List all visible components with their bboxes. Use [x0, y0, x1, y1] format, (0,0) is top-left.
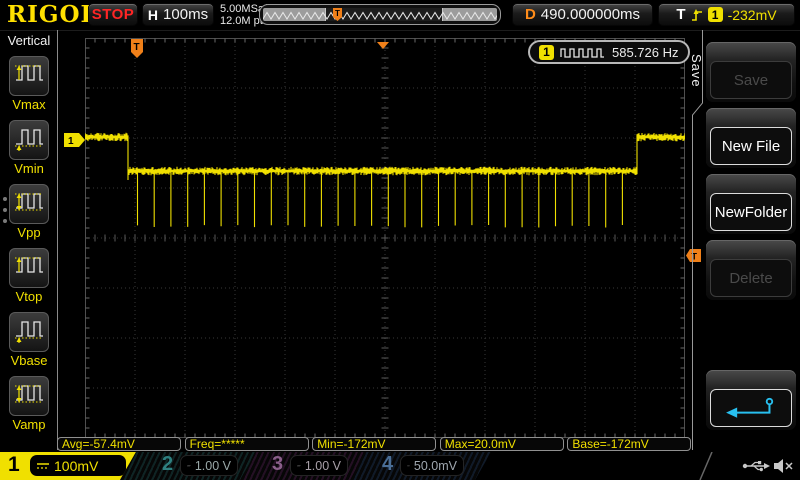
- waveform-trace-ch1: [85, 132, 685, 228]
- newfolder-button-label: NewFolder: [710, 193, 792, 231]
- channel1-zero-marker: 1: [64, 133, 85, 152]
- menu-tab-label: Save: [689, 54, 704, 88]
- measurement-base: Base=-172mV: [567, 437, 692, 451]
- channel4-block[interactable]: 4 50.0mV: [350, 452, 491, 480]
- vmax-icon: [12, 58, 46, 95]
- square-wave-icon: [560, 47, 604, 58]
- measure-menu-title: Vertical: [7, 33, 51, 48]
- trigger-position-marker: T: [131, 39, 144, 63]
- dc-coupling-icon: [297, 464, 301, 467]
- channel3-scale-value: 1.00 V: [304, 458, 341, 473]
- measurement-min: Min=-172mV: [312, 437, 437, 451]
- menu-page-dot: [3, 208, 7, 212]
- horizontal-timebase-readout[interactable]: H 100ms: [142, 3, 214, 26]
- delay-label: D: [524, 6, 536, 23]
- menu-tab-outline: [692, 30, 703, 450]
- measure-item-label: Vtop: [15, 289, 43, 304]
- svg-text:T: T: [335, 9, 340, 18]
- rigol-logo: RIGOL: [7, 1, 98, 28]
- timebase-value: 100ms: [163, 6, 209, 23]
- return-button[interactable]: [706, 370, 796, 430]
- top-status-bar: RIGOL STOP H 100ms 5.00MSa/s 12.0M pts T…: [0, 0, 800, 31]
- measurement-max: Max=20.0mV: [439, 437, 564, 451]
- channel2-scale-value: 1.00 V: [194, 458, 231, 473]
- measure-menu-separator: [57, 30, 58, 450]
- vamp-icon: [12, 378, 46, 415]
- channel2-scale: 1.00 V: [180, 455, 238, 476]
- new-file-button[interactable]: New File: [706, 108, 796, 168]
- delete-button-label: Delete: [710, 259, 792, 297]
- measurement-avg: Avg=-57.4mV: [57, 437, 181, 451]
- svg-text:1: 1: [68, 136, 74, 147]
- newfolder-button[interactable]: NewFolder: [706, 174, 796, 234]
- measure-item-vtop[interactable]: [9, 248, 49, 288]
- measure-item-vpp[interactable]: [9, 184, 49, 224]
- channel4-number: 4: [382, 453, 394, 475]
- trigger-readout: T 1 -232mV: [658, 3, 795, 26]
- measure-item-vmin[interactable]: [9, 120, 49, 160]
- channel3-scale: 1.00 V: [290, 455, 348, 476]
- channel3-number: 3: [272, 453, 284, 475]
- channel2-number: 2: [162, 453, 174, 475]
- vbase-icon: [12, 314, 46, 351]
- return-arrow-icon: [710, 389, 792, 427]
- measure-item-label: Vbase: [10, 353, 48, 368]
- speaker-muted-icon: [774, 459, 793, 473]
- dc-coupling-icon: [407, 464, 410, 467]
- channel2-block[interactable]: 2 1.00 V: [120, 452, 256, 480]
- measure-item-vbase[interactable]: [9, 312, 49, 352]
- delay-position-marker: [377, 37, 390, 55]
- channel1-scale-value: 100mV: [54, 457, 99, 474]
- horizontal-label: H: [147, 6, 159, 23]
- vpp-icon: [12, 186, 46, 223]
- menu-page-dot: [3, 197, 7, 201]
- delete-button[interactable]: Delete: [706, 240, 796, 300]
- preview-strip: T: [263, 8, 497, 21]
- trigger-position-flag-mini: T: [333, 8, 343, 21]
- delay-value: 490.000000ms: [540, 6, 641, 23]
- menu-page-dot: [3, 219, 7, 223]
- freq-counter-value: 585.726 Hz: [612, 44, 679, 60]
- channel-status-bar: 1 100mV 2 1.00 V3 1.00 V4 50.0mV: [0, 452, 800, 480]
- measure-item-label: Vmax: [12, 97, 46, 112]
- oscilloscope-screen: RIGOL STOP H 100ms 5.00MSa/s 12.0M pts T…: [0, 0, 800, 480]
- measure-item-label: Vmin: [14, 161, 44, 176]
- save-button[interactable]: Save: [706, 42, 796, 102]
- delay-readout: D 490.000000ms: [512, 3, 653, 26]
- measurement-freq: Freq=*****: [184, 437, 309, 451]
- rising-edge-icon: [691, 8, 702, 21]
- frequency-counter: 1 585.726 Hz: [528, 40, 690, 64]
- waveform-preview-bar[interactable]: T: [259, 4, 501, 25]
- dc-coupling-icon: [37, 462, 49, 469]
- run-state-indicator: STOP: [88, 3, 138, 26]
- svg-text:T: T: [134, 42, 140, 53]
- channel1-scale: 100mV: [30, 455, 126, 476]
- measure-item-label: Vpp: [17, 225, 41, 240]
- vtop-icon: [12, 250, 46, 287]
- preview-waveform: [263, 11, 497, 20]
- usb-icon: [742, 461, 770, 472]
- channel1-number: 1: [8, 453, 20, 476]
- run-state-text: STOP: [91, 6, 135, 23]
- statusbar-divider: [699, 452, 713, 480]
- channel4-scale: 50.0mV: [400, 455, 464, 476]
- vmin-icon: [12, 122, 46, 159]
- measure-item-vamp[interactable]: [9, 376, 49, 416]
- graticule: [85, 38, 685, 438]
- trigger-source-badge: 1: [707, 7, 723, 22]
- measure-item-label: Vamp: [12, 417, 46, 432]
- new-file-button-label: New File: [710, 127, 792, 165]
- freq-counter-source-badge: 1: [539, 44, 554, 60]
- dc-coupling-icon: [187, 464, 191, 467]
- trigger-level-value: -232mV: [727, 6, 777, 23]
- measure-item-vmax[interactable]: [9, 56, 49, 96]
- channel4-scale-value: 50.0mV: [413, 458, 457, 473]
- save-button-label: Save: [710, 61, 792, 99]
- trigger-label: T: [676, 6, 686, 23]
- channel3-block[interactable]: 3 1.00 V: [240, 452, 366, 480]
